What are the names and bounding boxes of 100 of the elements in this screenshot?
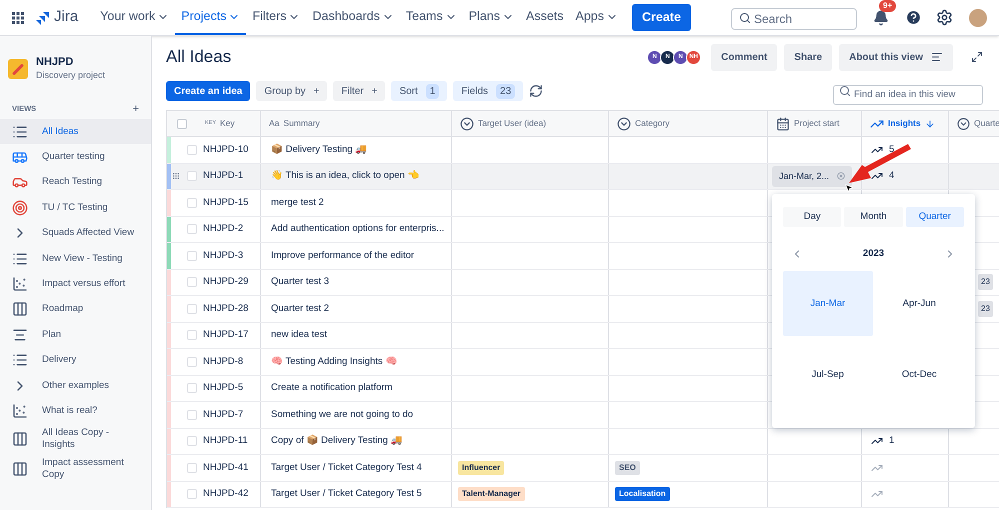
sidebar-item[interactable]: New View - Testing: [0, 246, 151, 272]
nav-menu-item[interactable]: Filters: [246, 0, 306, 35]
idea-key[interactable]: NHJPD-42: [203, 487, 248, 502]
share-button[interactable]: Share: [784, 44, 832, 70]
sidebar-item[interactable]: All Ideas Copy - Insights: [0, 424, 151, 454]
idea-key[interactable]: NHJPD-2: [203, 222, 244, 236]
checkbox[interactable]: [187, 330, 197, 340]
idea-summary[interactable]: Quarter test 3: [271, 275, 330, 290]
idea-key[interactable]: NHJPD-11: [203, 434, 248, 448]
toolbar-button[interactable]: Fields 23: [453, 81, 524, 101]
checkbox[interactable]: [187, 462, 197, 473]
clear-icon[interactable]: [837, 172, 846, 180]
table-row[interactable]: NHJPD-1 👋 This is an idea, click to open 👈 Jan-Mar, 2... 4: [167, 164, 999, 190]
find-idea-field[interactable]: Find an idea in this view: [833, 84, 983, 104]
table-row[interactable]: NHJPD-41 Target User / Ticket Category Test 4 Influencer SEO: [167, 455, 999, 482]
idea-summary[interactable]: 📦 Delivery Testing 🚚: [271, 142, 368, 157]
idea-summary[interactable]: merge test 2: [271, 196, 324, 210]
checkbox[interactable]: [187, 277, 197, 288]
notification-bell-icon[interactable]: [873, 10, 889, 26]
idea-key[interactable]: NHJPD-5: [203, 381, 244, 396]
refresh-icon[interactable]: [529, 84, 544, 98]
idea-key[interactable]: NHJPD-17: [203, 328, 248, 342]
sidebar-item[interactable]: Plan: [0, 322, 151, 348]
idea-summary[interactable]: Copy of 📦 Delivery Testing 🚚: [271, 434, 403, 448]
sidebar-item[interactable]: Quarter testing: [0, 144, 151, 170]
idea-summary[interactable]: Target User / Ticket Category Test 4: [271, 460, 422, 475]
column-header[interactable]: Project start: [768, 111, 862, 136]
checkbox[interactable]: [187, 383, 197, 394]
idea-key[interactable]: NHJPD-3: [203, 248, 244, 263]
idea-key[interactable]: NHJPD-41: [203, 460, 248, 475]
idea-summary[interactable]: Create a notification platform: [271, 381, 392, 396]
sidebar-item[interactable]: Delivery: [0, 348, 151, 373]
idea-summary[interactable]: Improve performance of the editor: [271, 248, 414, 263]
checkbox[interactable]: [187, 356, 197, 367]
nav-menu-item[interactable]: Dashboards: [306, 0, 400, 35]
checkbox[interactable]: [187, 198, 197, 208]
column-header[interactable]: Insights: [862, 111, 949, 136]
idea-summary[interactable]: 👋 This is an idea, click to open 👈: [271, 169, 420, 184]
idea-key[interactable]: NHJPD-7: [203, 408, 244, 422]
checkbox[interactable]: [187, 144, 197, 155]
idea-summary[interactable]: 🧠 Testing Adding Insights 🧠: [271, 354, 398, 369]
table-row[interactable]: NHJPD-11 Copy of 📦 Delivery Testing 🚚 1: [167, 428, 999, 455]
column-header[interactable]: Category: [609, 111, 768, 136]
checkbox[interactable]: [187, 224, 197, 234]
sidebar-item[interactable]: Reach Testing: [0, 170, 151, 196]
column-header[interactable]: Aa Summary: [261, 111, 452, 136]
nav-menu-item[interactable]: Teams: [400, 0, 463, 35]
user-avatar[interactable]: [969, 8, 987, 26]
idea-key[interactable]: NHJPD-28: [203, 302, 248, 316]
idea-summary[interactable]: new idea test: [271, 328, 327, 342]
idea-key[interactable]: NHJPD-1: [203, 169, 244, 184]
idea-summary[interactable]: Add authentication options for enterpris...: [271, 222, 444, 236]
checkbox[interactable]: [187, 304, 197, 314]
idea-summary[interactable]: Target User / Ticket Category Test 5: [271, 487, 422, 502]
sidebar-item[interactable]: Roadmap: [0, 296, 151, 322]
comment-button[interactable]: Comment: [711, 44, 778, 70]
nav-menu-item[interactable]: Apps: [570, 0, 624, 35]
checkbox[interactable]: [187, 410, 197, 420]
sidebar-item[interactable]: TU / TC Testing: [0, 195, 151, 221]
sidebar-item[interactable]: What is real?: [0, 398, 151, 424]
settings-icon[interactable]: [936, 9, 953, 26]
idea-key[interactable]: NHJPD-8: [203, 354, 244, 369]
help-icon[interactable]: [905, 9, 922, 26]
checkbox[interactable]: [177, 118, 187, 128]
nav-menu-item[interactable]: Projects: [175, 0, 246, 35]
sidebar-item[interactable]: Impact versus effort: [0, 271, 151, 297]
sidebar-item[interactable]: Impact assessment Copy: [0, 454, 151, 484]
date-chip[interactable]: Jan-Mar, 2...: [772, 166, 852, 187]
quarter-option[interactable]: Jan-Mar: [783, 271, 872, 336]
nav-menu-item[interactable]: Assets: [520, 0, 570, 35]
add-view-button[interactable]: +: [132, 104, 139, 114]
mode-tab[interactable]: Quarter: [906, 207, 964, 227]
idea-key[interactable]: NHJPD-10: [203, 142, 248, 157]
nav-menu-item[interactable]: Your work: [94, 0, 176, 35]
toolbar-button[interactable]: Sort 1: [391, 81, 448, 101]
idea-summary[interactable]: Quarter test 2: [271, 302, 330, 316]
fullscreen-icon[interactable]: [971, 51, 983, 63]
checkbox[interactable]: [187, 171, 197, 182]
app-grid-icon[interactable]: [12, 12, 24, 24]
checkbox[interactable]: [187, 489, 197, 500]
checkbox[interactable]: [187, 436, 197, 446]
create-idea-button[interactable]: Create an idea: [166, 81, 250, 101]
checkbox[interactable]: [187, 250, 197, 261]
toolbar-button[interactable]: Group by +: [256, 81, 328, 101]
nav-menu-item[interactable]: Plans: [462, 0, 520, 35]
idea-key[interactable]: NHJPD-29: [203, 275, 248, 290]
mode-tab[interactable]: Month: [844, 207, 903, 227]
idea-key[interactable]: NHJPD-15: [203, 196, 248, 210]
create-button[interactable]: Create: [632, 4, 691, 31]
column-header[interactable]: Target User (idea): [452, 111, 609, 136]
app-logo-text[interactable]: Jira: [54, 6, 78, 29]
table-row[interactable]: NHJPD-42 Target User / Ticket Category Test 5 Talent-Manager Localisation: [167, 482, 999, 508]
sidebar-item[interactable]: Squads Affected View: [0, 220, 151, 246]
table-row[interactable]: NHJPD-10 📦 Delivery Testing 🚚 5: [167, 137, 999, 164]
search-field[interactable]: Search: [731, 8, 857, 30]
toolbar-button[interactable]: Filter +: [333, 81, 386, 101]
mode-tab[interactable]: Day: [783, 207, 842, 227]
idea-summary[interactable]: Something we are not going to do: [271, 408, 414, 422]
about-view-button[interactable]: About this view: [839, 44, 953, 70]
drag-handle-icon[interactable]: [172, 172, 180, 180]
